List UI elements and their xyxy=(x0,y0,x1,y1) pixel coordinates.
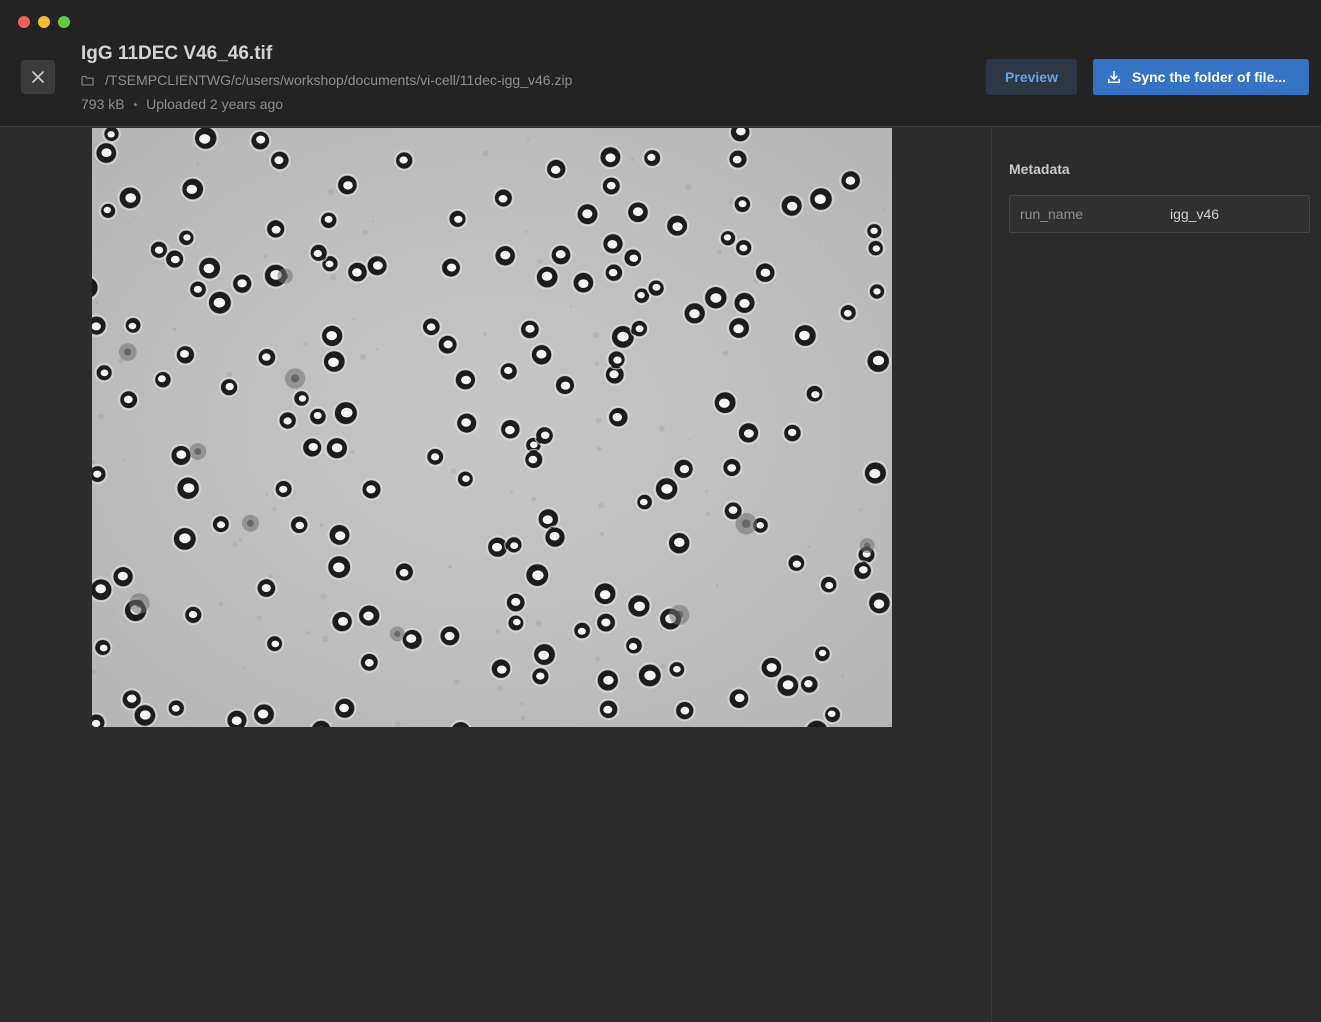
meta-separator: • xyxy=(133,100,138,111)
window-close-control[interactable] xyxy=(18,16,30,28)
cell-microscope-image[interactable] xyxy=(92,128,892,727)
close-icon xyxy=(32,71,44,83)
folder-icon xyxy=(81,75,94,86)
sync-button-label: Sync the folder of file... xyxy=(1132,69,1287,85)
file-header: IgG 11DEC V46_46.tif /TSEMPCLIENTWG/c/us… xyxy=(0,0,1321,127)
preview-area xyxy=(0,128,991,1022)
window-minimize-control[interactable] xyxy=(38,16,50,28)
file-meta-row: 793 kB • Uploaded 2 years ago xyxy=(81,96,283,112)
upload-time: Uploaded 2 years ago xyxy=(146,96,284,112)
metadata-row: run_name igg_v46 xyxy=(1009,195,1310,233)
metadata-key: run_name xyxy=(1020,206,1084,222)
cell-image-canvas xyxy=(92,128,892,727)
metadata-sidebar: Metadata run_name igg_v46 xyxy=(991,128,1321,1022)
close-button[interactable] xyxy=(21,60,55,94)
app-window: IgG 11DEC V46_46.tif /TSEMPCLIENTWG/c/us… xyxy=(0,0,1321,1022)
download-icon xyxy=(1107,70,1121,84)
metadata-heading: Metadata xyxy=(1009,161,1070,177)
preview-button[interactable]: Preview xyxy=(986,59,1077,95)
file-title: IgG 11DEC V46_46.tif xyxy=(81,43,273,64)
file-path: /TSEMPCLIENTWG/c/users/workshop/document… xyxy=(105,72,573,88)
file-size: 793 kB xyxy=(81,96,125,112)
file-path-row: /TSEMPCLIENTWG/c/users/workshop/document… xyxy=(81,72,572,88)
metadata-value: igg_v46 xyxy=(1170,206,1220,222)
sync-folder-button[interactable]: Sync the folder of file... xyxy=(1093,59,1309,95)
window-zoom-control[interactable] xyxy=(58,16,70,28)
